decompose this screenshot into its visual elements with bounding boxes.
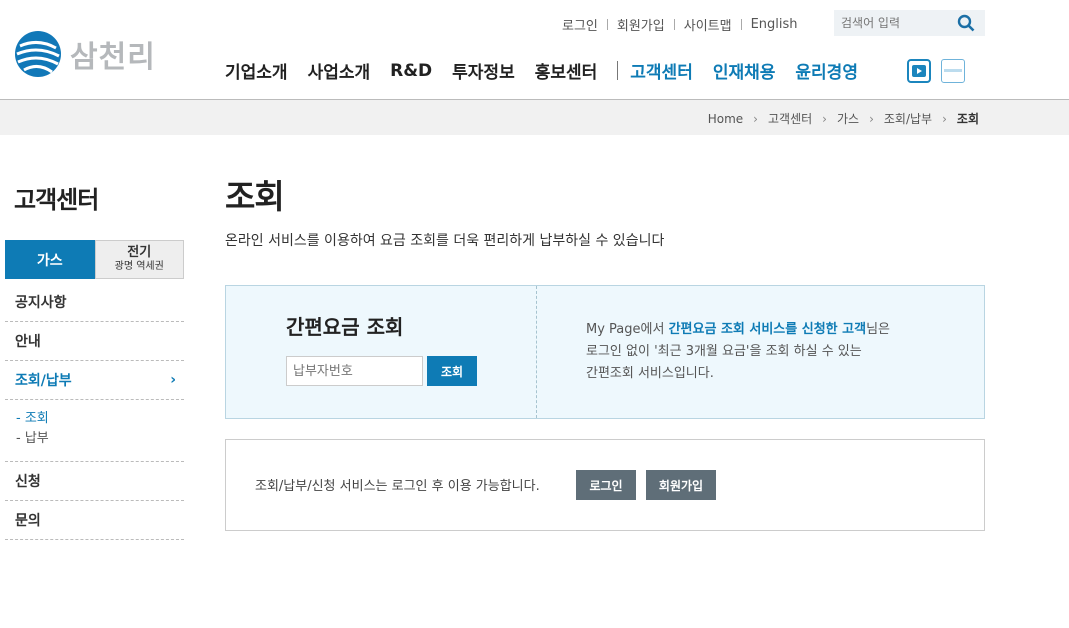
nav-ethics[interactable]: 윤리경영 [795,58,858,83]
breadcrumb: Home › 고객센터 › 가스 › 조회/납부 › 조회 [708,110,979,127]
info-text: 간편조회 서비스입니다. [586,366,714,381]
inquiry-button[interactable]: 조회 [427,356,477,386]
page-title: 조회 [225,177,285,216]
menu-guide[interactable]: 안내 [5,322,184,361]
quick-inquiry-panel: 간편요금 조회 조회 My Page에서 간편요금 조회 서비스를 신청한 고객… [225,285,985,419]
tab-electricity[interactable]: 전기 광명 역세권 [94,240,184,279]
login-required-message: 조회/납부/신청 서비스는 로그인 후 이용 가능합니다. [255,479,540,494]
youtube-icon[interactable] [907,59,931,83]
nav-divider [617,61,619,80]
nav-investor[interactable]: 투자정보 [452,58,515,83]
menu-notice[interactable]: 공지사항 [5,283,184,322]
tab-gas-label: 가스 [36,252,63,269]
sns-icon[interactable] [941,59,965,83]
util-english-link[interactable]: English [751,17,798,32]
main-nav: 기업소개 사업소개 R&D 투자정보 홍보센터 고객센터 인재채용 윤리경영 [225,58,878,84]
submenu-payment[interactable]: - 납부 [16,429,184,449]
tab-electricity-sublabel: 광명 역세권 [114,260,164,272]
divider [606,19,608,30]
menu-inquiry-payment[interactable]: 조회/납부 › [5,361,184,400]
breadcrumb-inquiry-payment[interactable]: 조회/납부 [884,110,932,127]
util-sitemap-link[interactable]: 사이트맵 [684,15,732,34]
menu-label: 조회/납부 [15,373,72,389]
submenu-inquiry[interactable]: - 조회 [16,409,184,429]
panel-divider [536,286,537,418]
nav-pr[interactable]: 홍보센터 [535,58,598,83]
nav-customer[interactable]: 고객센터 [630,58,693,83]
breadcrumb-bar: Home › 고객센터 › 가스 › 조회/납부 › 조회 [0,100,1069,135]
menu-apply[interactable]: 신청 [5,462,184,501]
search-icon[interactable] [957,14,975,32]
quick-inquiry-info: My Page에서 간편요금 조회 서비스를 신청한 고객님은 로그인 없이 '… [586,319,890,385]
menu-label: 공지사항 [15,295,67,311]
chevron-right-icon: › [753,111,758,126]
tab-gas[interactable]: 가스 [5,240,95,279]
join-button[interactable]: 회원가입 [646,470,716,500]
utility-links: 로그인 회원가입 사이트맵 English [562,15,798,34]
site-logo[interactable]: 삼천리 [14,30,156,78]
left-nav-title: 고객센터 [14,186,99,214]
service-tabs: 가스 전기 광명 역세권 [5,240,184,279]
breadcrumb-gas[interactable]: 가스 [837,110,859,127]
search-box [834,10,985,36]
quick-inquiry-title: 간편요금 조회 [286,315,404,339]
info-text: My Page에서 [586,322,669,337]
nav-company[interactable]: 기업소개 [225,58,288,83]
sns-links [907,59,965,83]
util-join-link[interactable]: 회원가입 [617,15,665,34]
menu-label: 문의 [15,513,41,529]
page-description: 온라인 서비스를 이용하여 요금 조회를 더욱 편리하게 납부하실 수 있습니다 [225,233,665,249]
search-input[interactable] [841,16,953,30]
payer-number-input[interactable] [286,356,423,386]
divider [740,19,742,30]
info-text: 님은 [866,322,891,337]
chevron-right-icon: › [170,372,176,388]
breadcrumb-current: 조회 [956,112,979,126]
nav-business[interactable]: 사업소개 [308,58,371,83]
util-login-link[interactable]: 로그인 [562,15,598,34]
login-required-panel: 조회/납부/신청 서비스는 로그인 후 이용 가능합니다. 로그인 회원가입 [225,439,985,531]
login-button[interactable]: 로그인 [576,470,636,500]
site-header: 삼천리 로그인 회원가입 사이트맵 English 기업소개 사업소개 R&D … [0,0,1069,100]
logo-text: 삼천리 [70,40,156,75]
nav-recruit[interactable]: 인재채용 [713,58,776,83]
left-nav: 고객센터 가스 전기 광명 역세권 공지사항 안내 조회/납부 › - 조회 -… [5,180,184,540]
divider [673,19,675,30]
chevron-right-icon: › [822,111,827,126]
menu-label: 신청 [15,474,41,490]
logo-mark-icon [15,31,61,77]
main-content: 조회 온라인 서비스를 이용하여 요금 조회를 더욱 편리하게 납부하실 수 있… [225,170,985,531]
menu-label: 안내 [15,334,41,350]
chevron-right-icon: › [869,111,874,126]
breadcrumb-customer[interactable]: 고객센터 [768,110,812,127]
info-highlight: 간편요금 조회 서비스를 신청한 고객 [668,322,867,337]
menu-contact[interactable]: 문의 [5,501,184,540]
tab-electricity-label: 전기 [127,244,152,260]
nav-rnd[interactable]: R&D [390,61,432,81]
submenu: - 조회 - 납부 [5,400,184,462]
left-menu: 공지사항 안내 조회/납부 › - 조회 - 납부 신청 문의 [5,283,184,540]
chevron-right-icon: › [942,111,947,126]
breadcrumb-home[interactable]: Home [708,112,743,126]
info-text: 로그인 없이 '최근 3개월 요금'을 조회 하실 수 있는 [586,344,862,359]
